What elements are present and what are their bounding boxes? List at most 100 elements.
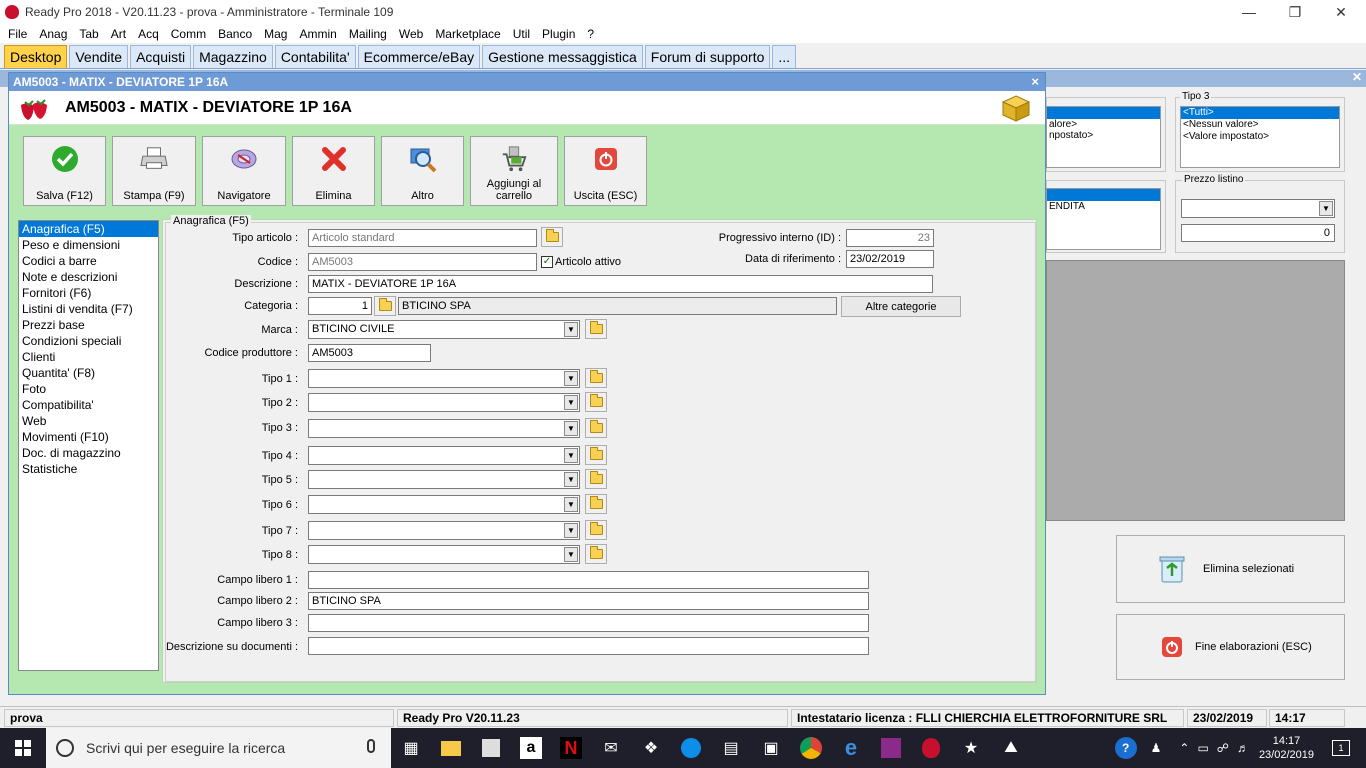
background-close-icon[interactable]: ✕ [1352,70,1362,84]
campo-libero-2-field[interactable]: BTICINO SPA [308,592,869,610]
clock[interactable]: 14:17 23/02/2019 [1259,734,1314,762]
tab-desktop[interactable]: Desktop [4,45,68,68]
help-icon[interactable]: ? [1114,737,1137,759]
list-item[interactable]: <Valore impostato> [1181,131,1339,143]
nav-item-prezzi-base[interactable]: Prezzi base [19,317,158,333]
nav-item-statistiche[interactable]: Statistiche [19,461,158,477]
folder-icon[interactable] [585,494,607,514]
descrizione-documenti-field[interactable] [308,637,869,655]
menu-ammin[interactable]: Ammin [293,27,342,41]
edge-icon[interactable]: e [831,728,871,768]
tab-magazzino[interactable]: Magazzino [193,45,273,68]
tab-contabilita[interactable]: Contabilita' [274,45,356,68]
microphone-icon[interactable] [367,739,375,753]
folder-icon[interactable] [585,392,607,412]
windows-start-icon[interactable] [0,728,46,768]
tab-more[interactable]: ... [772,45,797,68]
tab-messaggistica[interactable]: Gestione messaggistica [482,45,643,68]
mail-icon[interactable]: ✉ [591,728,631,768]
menu-util[interactable]: Util [507,27,536,41]
bg-list2-item[interactable]: ENDITA [1047,201,1160,212]
exit-button[interactable]: Uscita (ESC) [564,136,647,206]
taskbar-search-box[interactable]: Scrivi qui per eseguire la ricerca [46,728,391,768]
marca-select[interactable]: BTICINO CIVILE ▼ [308,320,580,339]
tipo2-select[interactable]: ▼ [308,393,580,412]
folder-icon[interactable] [541,227,563,247]
folder-icon[interactable] [585,520,607,540]
folder-icon[interactable] [585,418,607,438]
categoria-number-field[interactable]: 1 [308,297,372,315]
tab-acquisti[interactable]: Acquisti [130,45,192,68]
menu-anag[interactable]: Anag [33,27,73,41]
battery-icon[interactable]: ▭ [1197,741,1208,755]
task-view-icon[interactable]: ▦ [391,728,431,768]
prezzo-listino-value[interactable]: 0 [1181,224,1335,242]
section-nav-list[interactable]: Anagrafica (F5) Peso e dimensioni Codici… [18,220,159,671]
nav-item-movimenti[interactable]: Movimenti (F10) [19,429,158,445]
netflix-icon[interactable]: N [551,728,591,768]
tipo5-select[interactable]: ▼ [308,470,580,489]
tipo3-list[interactable]: <Tutti> <Nessun valore> <Valore impostat… [1180,106,1340,168]
restore-icon[interactable]: ❐ [1272,0,1318,24]
bg-list1-item[interactable]: npostato> [1047,130,1160,141]
tipo6-select[interactable]: ▼ [308,495,580,514]
folder-icon[interactable] [585,319,607,339]
laptop-icon[interactable]: ▤ [711,728,751,768]
folder-icon[interactable] [585,368,607,388]
bg-filter-list-1[interactable]: alore> npostato> [1046,106,1161,168]
descrizione-field[interactable]: MATIX - DEVIATORE 1P 16A [308,275,933,293]
nav-item-foto[interactable]: Foto [19,381,158,397]
winrar-icon[interactable] [871,728,911,768]
nav-item-condizioni[interactable]: Condizioni speciali [19,333,158,349]
menu-web[interactable]: Web [393,27,429,41]
notes-icon[interactable]: ▣ [751,728,791,768]
folder-icon[interactable] [585,469,607,489]
nav-item-codici-barre[interactable]: Codici a barre [19,253,158,269]
file-explorer-icon[interactable] [431,728,471,768]
dropbox-icon[interactable]: ❖ [631,728,671,768]
nav-item-clienti[interactable]: Clienti [19,349,158,365]
network-icon[interactable]: ☍ [1217,741,1229,755]
campo-libero-1-field[interactable] [308,571,869,589]
menu-marketplace[interactable]: Marketplace [429,27,506,41]
paint-icon[interactable]: ★ [951,728,991,768]
nav-item-doc-magazzino[interactable]: Doc. di magazzino [19,445,158,461]
chevron-up-icon[interactable]: ⌃ [1179,741,1189,755]
menu-tab[interactable]: Tab [73,27,104,41]
photos-icon[interactable]: ⛰ [991,728,1031,768]
folder-icon[interactable] [585,445,607,465]
menu-art[interactable]: Art [105,27,132,41]
elimina-selezionati-button[interactable]: Elimina selezionati [1116,535,1345,603]
tab-vendite[interactable]: Vendite [69,45,129,68]
store-icon[interactable] [471,728,511,768]
menu-comm[interactable]: Comm [165,27,212,41]
nav-item-web[interactable]: Web [19,413,158,429]
teamviewer-icon[interactable] [671,728,711,768]
codice-produttore-field[interactable]: AM5003 [308,344,431,362]
tipo1-select[interactable]: ▼ [308,369,580,388]
tipo-articolo-field[interactable]: Articolo standard [308,229,537,247]
save-button[interactable]: Salva (F12) [23,136,106,206]
print-button[interactable]: Stampa (F9) [112,136,196,206]
readypro-taskbar-icon[interactable] [911,728,951,768]
nav-item-note[interactable]: Note e descrizioni [19,269,158,285]
tipo7-select[interactable]: ▼ [308,521,580,540]
navigator-button[interactable]: Navigatore [202,136,286,206]
menu-acq[interactable]: Acq [132,27,165,41]
folder-icon[interactable] [585,544,607,564]
menu-mailing[interactable]: Mailing [343,27,393,41]
tipo3-select[interactable]: ▼ [308,419,580,438]
delete-button[interactable]: Elimina [292,136,375,206]
tipo8-select[interactable]: ▼ [308,545,580,564]
tipo4-select[interactable]: ▼ [308,446,580,465]
articolo-attivo-checkbox[interactable]: ✓ [541,256,553,268]
volume-icon[interactable]: ♬ [1237,741,1249,755]
bg-list1-item[interactable]: alore> [1047,119,1160,130]
dialog-close-icon[interactable]: × [1031,74,1039,89]
altre-categorie-button[interactable]: Altre categorie [841,296,961,317]
nav-item-compatibilita[interactable]: Compatibilita' [19,397,158,413]
notification-center-icon[interactable]: 1 [1332,740,1350,756]
folder-icon[interactable] [374,296,396,316]
tab-forum[interactable]: Forum di supporto [644,45,771,68]
more-button[interactable]: Altro [381,136,464,206]
